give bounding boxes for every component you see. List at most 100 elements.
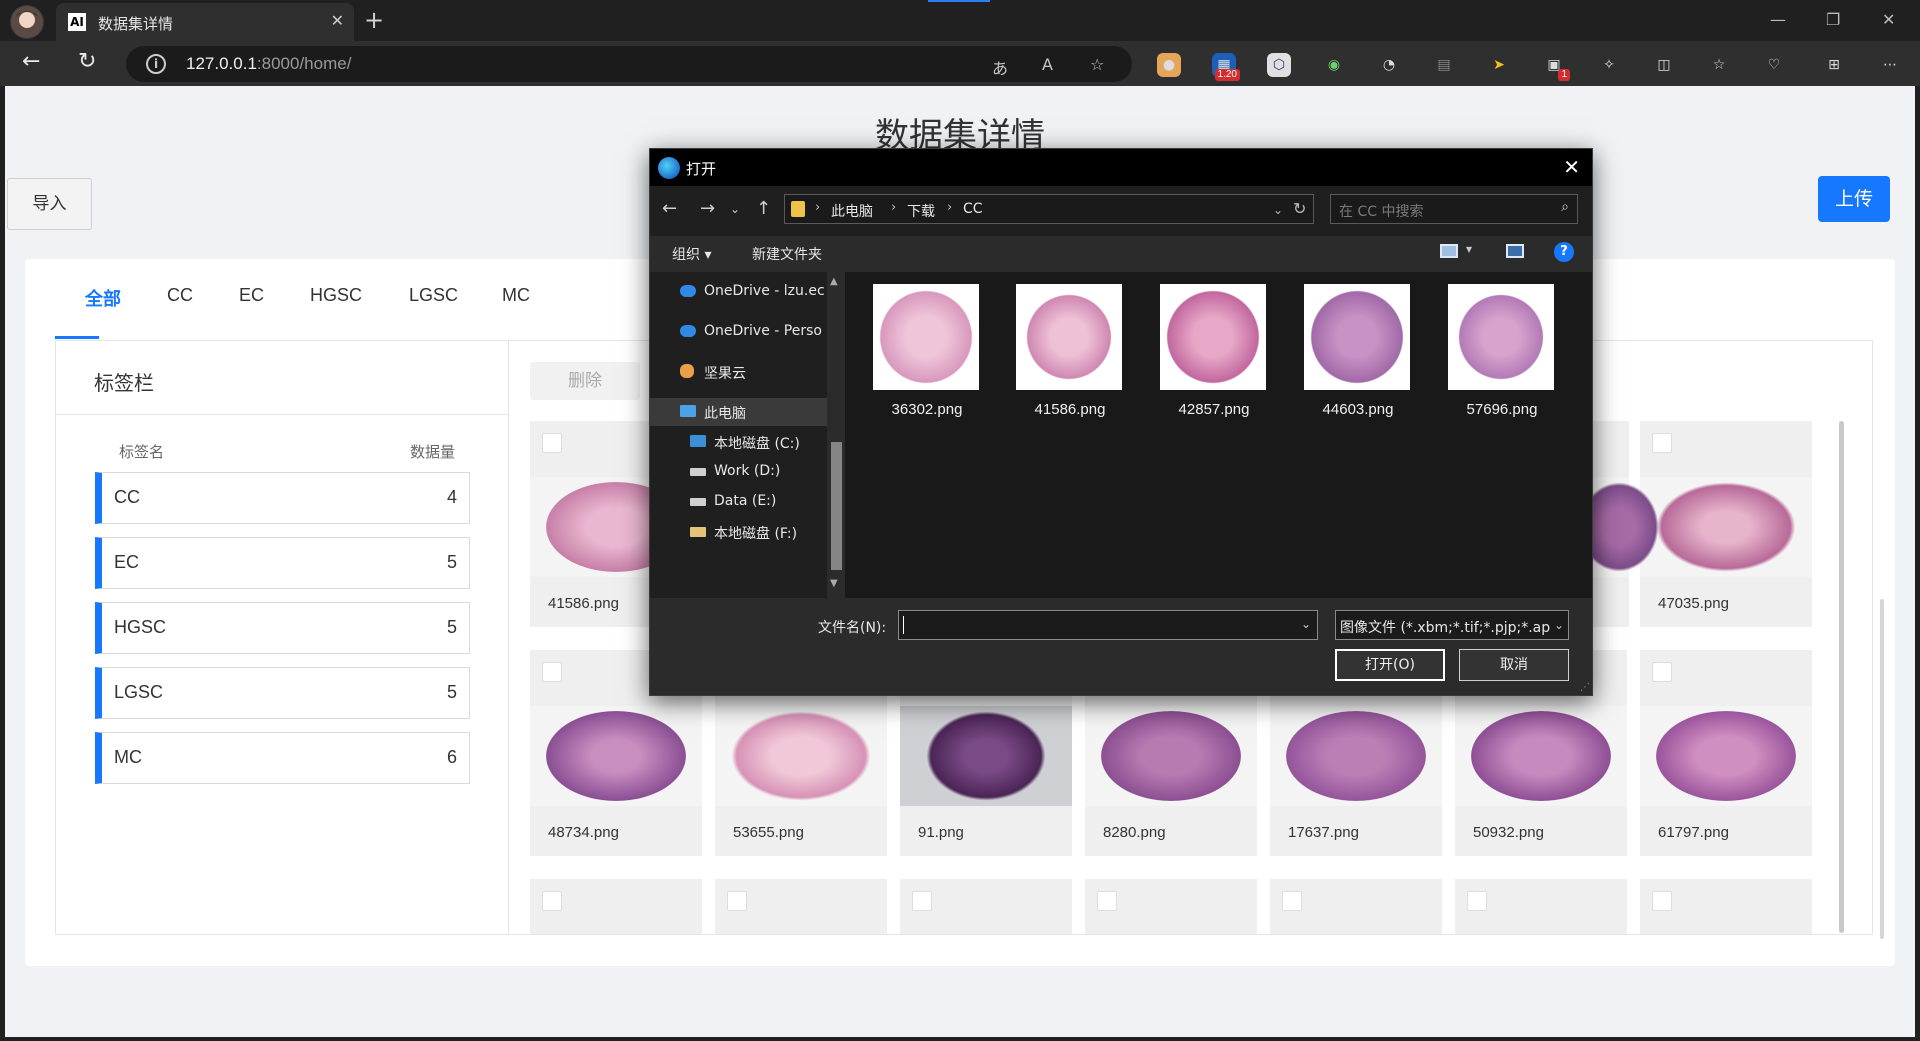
preview-pane-icon[interactable] — [1506, 244, 1524, 258]
cancel-button[interactable]: 取消 — [1459, 649, 1569, 681]
tile-checkbox[interactable] — [542, 433, 562, 453]
label-row[interactable]: MC 6 — [95, 732, 470, 784]
filename-input[interactable]: ⌄ — [898, 610, 1318, 640]
image-tile[interactable] — [1455, 879, 1627, 934]
browser-tab[interactable]: AI 数据集详情 ✕ — [56, 3, 354, 41]
label-row[interactable]: EC 5 — [95, 537, 470, 589]
recent-locations-icon[interactable]: ⌄ — [730, 202, 740, 216]
reload-icon[interactable]: ↻ — [78, 49, 96, 74]
file-item[interactable]: 41586.png — [1006, 284, 1124, 434]
organize-button[interactable]: 组织 ▾ — [672, 244, 711, 264]
delete-button[interactable]: 删除 — [530, 362, 640, 400]
tile-checkbox[interactable] — [1097, 891, 1117, 911]
profile-avatar[interactable] — [10, 5, 44, 39]
path-breadcrumb[interactable]: › 此电脑 › 下载 › CC ⌄ ↻ — [784, 194, 1314, 224]
extension-3-icon[interactable]: ⬡ — [1267, 53, 1291, 77]
view-mode-icon[interactable] — [1440, 244, 1458, 258]
nav-back-icon[interactable]: ← — [662, 198, 677, 219]
file-item[interactable]: 42857.png — [1150, 284, 1268, 434]
extension-8-icon[interactable]: ▣ 1 — [1542, 53, 1570, 81]
site-info-icon[interactable]: i — [146, 54, 166, 74]
nav-item-drive-e[interactable]: Data (E:) — [650, 488, 827, 516]
tab-cc[interactable]: CC — [167, 285, 193, 306]
label-row[interactable]: LGSC 5 — [95, 667, 470, 719]
tile-checkbox[interactable] — [727, 891, 747, 911]
image-tile[interactable] — [1640, 879, 1812, 934]
image-tile[interactable]: 61797.png — [1640, 650, 1812, 856]
window-close-icon[interactable]: ✕ — [1882, 10, 1895, 29]
scroll-down-icon[interactable]: ▼ — [830, 578, 838, 589]
favorite-star-icon[interactable]: ☆ — [1090, 55, 1104, 74]
nav-forward-icon[interactable]: → — [700, 198, 715, 219]
collections-icon[interactable]: ⊞ — [1822, 53, 1846, 77]
nav-up-icon[interactable]: ↑ — [756, 198, 771, 219]
file-item[interactable]: 44603.png — [1294, 284, 1412, 434]
new-folder-button[interactable]: 新建文件夹 — [752, 244, 822, 264]
back-icon[interactable]: ← — [22, 49, 40, 74]
split-screen-icon[interactable]: ◫ — [1652, 53, 1676, 77]
help-icon[interactable]: ? — [1554, 242, 1574, 262]
card-scrollbar[interactable] — [1880, 599, 1884, 939]
label-row[interactable]: CC 4 — [95, 472, 470, 524]
nav-item-drive-d[interactable]: Work (D:) — [650, 458, 827, 486]
image-tile[interactable] — [715, 879, 887, 934]
view-dropdown-icon[interactable]: ▾ — [1466, 242, 1472, 256]
file-item[interactable]: 57696.png — [1438, 284, 1556, 434]
extension-7-icon[interactable]: ➤ — [1487, 53, 1511, 77]
resize-grip-icon[interactable]: ⋰ — [1580, 682, 1590, 693]
scroll-up-icon[interactable]: ▲ — [830, 276, 838, 287]
nav-scrollbar-thumb[interactable] — [831, 442, 842, 570]
grid-scrollbar[interactable] — [1839, 421, 1844, 933]
search-input[interactable]: 在 CC 中搜索 ⌕ — [1330, 194, 1578, 224]
image-tile[interactable] — [1270, 879, 1442, 934]
tile-checkbox[interactable] — [1652, 433, 1672, 453]
crumb-cc[interactable]: CC — [963, 201, 983, 217]
label-row[interactable]: HGSC 5 — [95, 602, 470, 654]
refresh-icon[interactable]: ↻ — [1293, 199, 1306, 218]
tab-hgsc[interactable]: HGSC — [310, 285, 362, 306]
nav-item-onedrive-personal[interactable]: OneDrive - Perso — [650, 318, 827, 346]
tile-checkbox[interactable] — [542, 891, 562, 911]
tile-checkbox[interactable] — [542, 662, 562, 682]
upload-button[interactable]: 上传 — [1818, 176, 1890, 222]
tab-all[interactable]: 全部 — [85, 285, 121, 311]
tab-lgsc[interactable]: LGSC — [409, 285, 458, 306]
image-tile[interactable] — [530, 879, 702, 934]
new-tab-icon[interactable]: + — [364, 7, 384, 33]
translate-icon[interactable]: あ — [992, 55, 1008, 79]
file-type-select[interactable]: 图像文件 (*.xbm;*.tif;*.pjp;*.apng ⌄ — [1335, 610, 1569, 640]
extension-1-icon[interactable]: ● — [1157, 53, 1181, 77]
dialog-close-icon[interactable]: ✕ — [1563, 155, 1580, 179]
file-item[interactable]: 36302.png — [863, 284, 981, 434]
extensions-puzzle-icon[interactable]: ✧ — [1597, 53, 1621, 77]
chevron-down-icon[interactable]: ⌄ — [1301, 617, 1311, 631]
tab-ec[interactable]: EC — [239, 285, 264, 306]
more-menu-icon[interactable]: ⋯ — [1878, 53, 1902, 77]
url-input[interactable]: i 127.0.0.1:8000/home/ あ A ☆ — [126, 46, 1132, 82]
tab-mc[interactable]: MC — [502, 285, 530, 306]
nav-item-drive-c[interactable]: 本地磁盘 (C:) — [650, 428, 827, 456]
crumb-downloads[interactable]: 下载 — [907, 201, 935, 221]
nav-item-drive-f[interactable]: 本地磁盘 (F:) — [650, 518, 827, 546]
tile-checkbox[interactable] — [1282, 891, 1302, 911]
restore-icon[interactable]: ❐ — [1826, 10, 1840, 29]
extension-2-icon[interactable]: ▦ 1.20 — [1212, 53, 1240, 81]
performance-icon[interactable]: ♡ — [1762, 53, 1786, 77]
nav-item-jianguoyun[interactable]: 坚果云 — [650, 358, 827, 386]
open-button[interactable]: 打开(O) — [1335, 649, 1445, 681]
tile-checkbox[interactable] — [912, 891, 932, 911]
image-tile[interactable]: 47035.png — [1640, 421, 1812, 627]
nav-item-onedrive-lzu[interactable]: OneDrive - lzu.ec — [650, 278, 827, 306]
image-tile[interactable] — [1085, 879, 1257, 934]
chevron-down-icon[interactable]: ⌄ — [1273, 203, 1283, 217]
tile-checkbox[interactable] — [1652, 891, 1672, 911]
nav-item-this-pc[interactable]: 此电脑 — [650, 398, 827, 426]
crumb-this-pc[interactable]: 此电脑 — [831, 201, 873, 221]
extension-6-icon[interactable]: ▤ — [1432, 53, 1456, 77]
read-aloud-icon[interactable]: A — [1042, 55, 1053, 74]
tile-checkbox[interactable] — [1467, 891, 1487, 911]
tab-close-icon[interactable]: ✕ — [331, 11, 344, 30]
extension-4-icon[interactable]: ◉ — [1322, 53, 1346, 77]
image-tile[interactable] — [900, 879, 1072, 934]
favorites-icon[interactable]: ☆ — [1707, 53, 1731, 77]
